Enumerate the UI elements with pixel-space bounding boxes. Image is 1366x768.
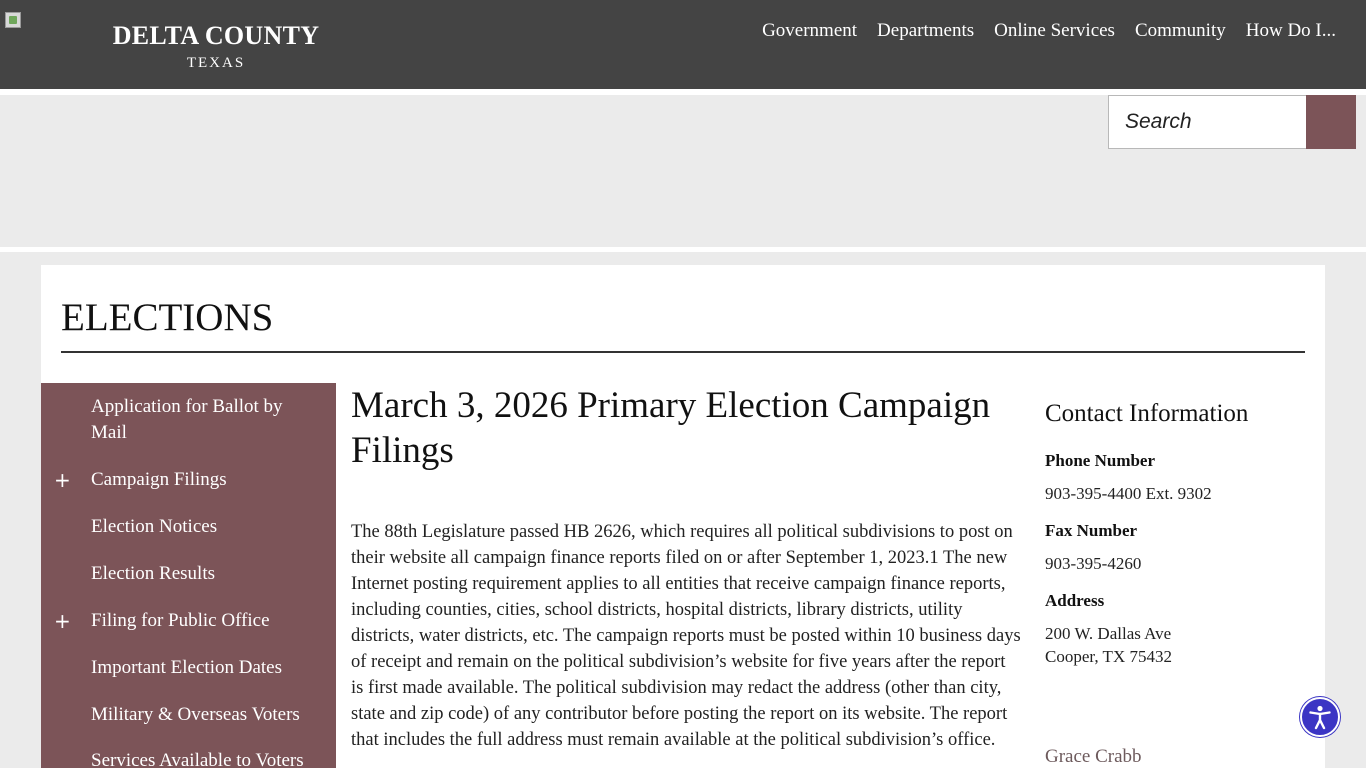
banner-divider (0, 247, 1366, 252)
page-title: ELECTIONS (61, 296, 274, 339)
nav-online-services[interactable]: Online Services (994, 19, 1115, 43)
sidebar-item-label: Application for Ballot by Mail (91, 396, 283, 443)
nav-government[interactable]: Government (762, 19, 857, 43)
sidebar-item-filing-for-public-office[interactable]: + Filing for Public Office (41, 608, 336, 634)
sidebar-item-application-for-ballot-by-mail[interactable]: Application for Ballot by Mail (41, 394, 336, 446)
brand-subtitle: TEXAS (186, 55, 246, 71)
nav-community[interactable]: Community (1135, 19, 1226, 43)
sidebar-item-label: Election Notices (91, 516, 218, 537)
fax-number: 903-395-4260 (1045, 554, 1142, 573)
sidebar-item-label: Military & Overseas Voters (91, 704, 300, 725)
phone-label: Phone Number (1045, 451, 1156, 470)
section-sidebar: Application for Ballot by Mail + Campaig… (41, 383, 336, 768)
site-brand[interactable]: DELTA COUNTY TEXAS (100, 20, 332, 72)
expand-plus-icon[interactable]: + (54, 608, 71, 634)
sidebar-item-label: Services Available to Voters (91, 750, 304, 768)
address-line-1: 200 W. Dallas Ave (1045, 624, 1172, 643)
main-nav: Government Departments Online Services C… (742, 19, 1336, 43)
expand-plus-icon[interactable]: + (54, 467, 71, 493)
site-header: DELTA COUNTY TEXAS Government Department… (0, 0, 1366, 89)
sidebar-item-campaign-filings[interactable]: + Campaign Filings (41, 467, 336, 493)
contact-person-name: Grace Crabb (1045, 746, 1142, 767)
title-divider (61, 351, 1305, 353)
accessibility-icon (1309, 705, 1331, 730)
contact-info: Contact Information Phone Number 903-395… (1045, 398, 1315, 668)
sidebar-item-election-results[interactable]: Election Results (41, 561, 336, 587)
contact-heading: Contact Information (1045, 400, 1249, 427)
sidebar-item-important-election-dates[interactable]: Important Election Dates (41, 655, 336, 681)
article-body: The 88th Legislature passed HB 2626, whi… (351, 522, 1021, 750)
nav-departments[interactable]: Departments (877, 19, 974, 43)
article-title: March 3, 2026 Primary Election Campaign … (351, 385, 991, 471)
search-button[interactable] (1306, 95, 1356, 149)
logo-image[interactable] (5, 12, 21, 28)
sidebar-item-label: Filing for Public Office (91, 610, 270, 631)
brand-title[interactable]: DELTA COUNTY (100, 20, 332, 52)
sidebar-item-military-overseas-voters[interactable]: Military & Overseas Voters (41, 702, 336, 728)
accessibility-button[interactable] (1300, 697, 1340, 737)
address-label: Address (1045, 591, 1105, 610)
fax-label: Fax Number (1045, 521, 1138, 540)
search-box (1108, 95, 1308, 149)
phone-number[interactable]: 903-395-4400 Ext. 9302 (1045, 482, 1315, 505)
sidebar-item-services-available-to-voters[interactable]: Services Available to Voters (41, 748, 336, 768)
sidebar-item-label: Important Election Dates (91, 657, 282, 678)
nav-how-do-i[interactable]: How Do I... (1246, 19, 1336, 43)
sidebar-item-election-notices[interactable]: Election Notices (41, 514, 336, 540)
main-article: March 3, 2026 Primary Election Campaign … (351, 383, 1021, 753)
sidebar-item-label: Campaign Filings (91, 469, 227, 490)
address-line-2: Cooper, TX 75432 (1045, 647, 1172, 666)
sidebar-item-label: Election Results (91, 563, 216, 584)
search-input[interactable] (1109, 96, 1307, 148)
